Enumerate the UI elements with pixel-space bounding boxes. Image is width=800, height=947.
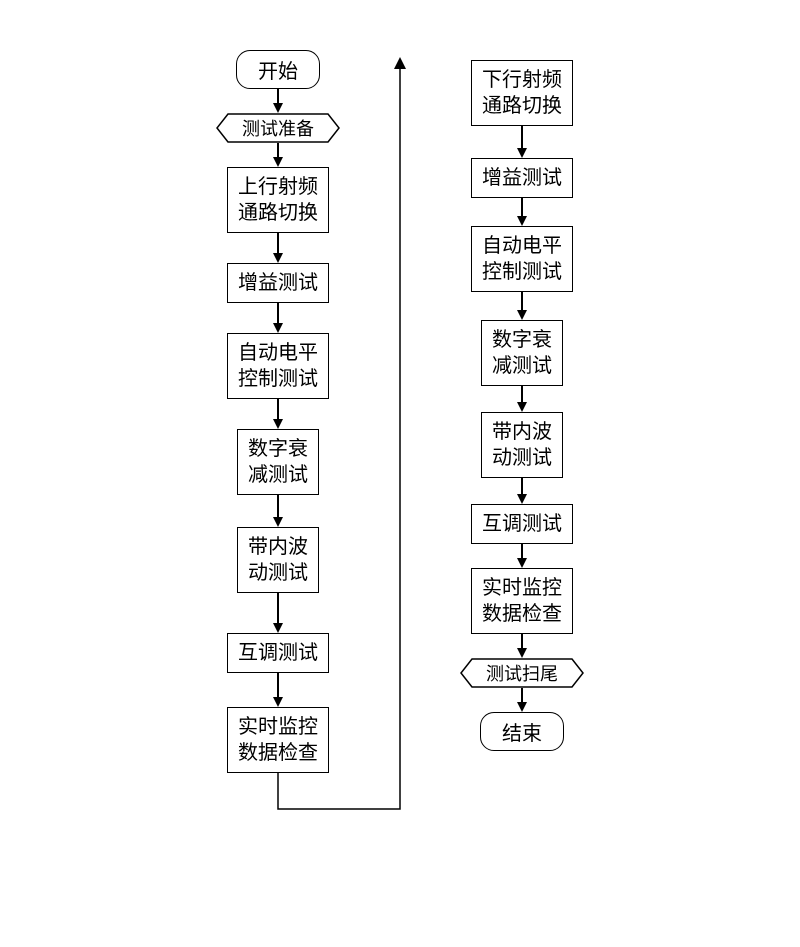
- right-step-3: 自动电平控制测试: [471, 226, 573, 292]
- left-step-4: 数字衰减测试: [237, 429, 319, 495]
- arrow-icon: [273, 673, 283, 707]
- left-step-1: 上行射频通路切换: [227, 167, 329, 233]
- right-step-1: 下行射频通路切换: [471, 60, 573, 126]
- arrow-icon: [517, 634, 527, 658]
- left-step-5: 带内波动测试: [237, 527, 319, 593]
- arrow-icon: [517, 198, 527, 226]
- arrow-icon: [517, 544, 527, 568]
- right-column: 下行射频通路切换 增益测试 自动电平控制测试 数字衰减测试 带内波动测试 互调测…: [460, 50, 584, 773]
- flowchart-container: 开始 测试准备 上行射频通路切换 增益测试 自动电平控制测试 数字衰减测试 带内…: [0, 0, 800, 773]
- left-step-6: 互调测试: [227, 633, 329, 673]
- left-step-2: 增益测试: [227, 263, 329, 303]
- left-step-7: 实时监控数据检查: [227, 707, 329, 773]
- left-column: 开始 测试准备 上行射频通路切换 增益测试 自动电平控制测试 数字衰减测试 带内…: [216, 50, 340, 773]
- arrow-icon: [517, 386, 527, 412]
- right-step-7: 实时监控数据检查: [471, 568, 573, 634]
- right-step-6: 互调测试: [471, 504, 573, 544]
- prep-label: 测试准备: [242, 115, 314, 141]
- arrow-icon: [517, 292, 527, 320]
- left-step-3: 自动电平控制测试: [227, 333, 329, 399]
- start-terminator: 开始: [236, 50, 320, 89]
- arrow-icon: [273, 143, 283, 167]
- arrow-icon: [517, 478, 527, 504]
- arrow-icon: [273, 593, 283, 633]
- arrow-icon: [517, 688, 527, 712]
- right-step-4: 数字衰减测试: [481, 320, 563, 386]
- cleanup-label: 测试扫尾: [486, 660, 558, 686]
- arrow-icon: [273, 495, 283, 527]
- arrow-icon: [273, 89, 283, 113]
- arrow-icon: [517, 126, 527, 158]
- right-step-5: 带内波动测试: [481, 412, 563, 478]
- arrow-icon: [273, 399, 283, 429]
- arrow-icon: [273, 303, 283, 333]
- prep-hexagon: 测试准备: [216, 113, 340, 143]
- right-step-2: 增益测试: [471, 158, 573, 198]
- end-terminator: 结束: [480, 712, 564, 751]
- cleanup-hexagon: 测试扫尾: [460, 658, 584, 688]
- arrow-icon: [273, 233, 283, 263]
